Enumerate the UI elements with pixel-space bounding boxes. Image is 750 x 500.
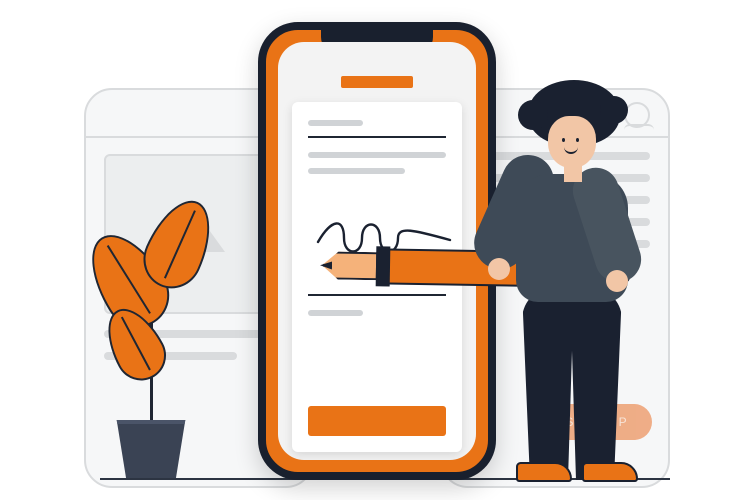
divider-line — [308, 136, 446, 138]
accent-header-bar — [341, 76, 413, 88]
person-shoe — [582, 462, 638, 482]
text-placeholder-line — [308, 120, 363, 126]
person-legs — [522, 290, 622, 480]
person-hand — [606, 270, 628, 292]
person-signing — [486, 104, 664, 480]
person-hand — [488, 258, 510, 280]
text-placeholder-line — [308, 168, 405, 174]
divider-line — [308, 294, 446, 296]
primary-action-bar — [308, 406, 446, 436]
text-placeholder-line — [308, 310, 363, 316]
person-head — [548, 116, 596, 168]
person-eye — [562, 138, 565, 142]
pen-grip-band — [376, 246, 391, 286]
signup-illustration: SIGN UP — [0, 0, 750, 500]
text-placeholder-line — [308, 152, 446, 158]
person-eye — [576, 138, 579, 142]
person-shoe — [516, 462, 572, 482]
